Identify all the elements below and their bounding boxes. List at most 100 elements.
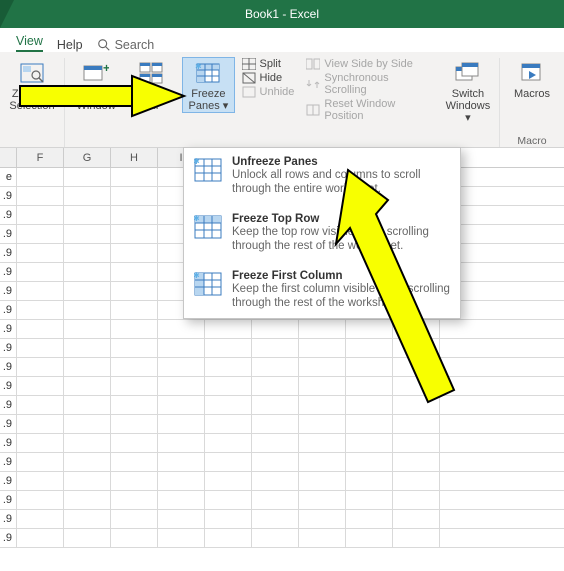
cell[interactable] xyxy=(111,453,158,471)
split-button[interactable]: Split xyxy=(242,58,295,70)
cell[interactable] xyxy=(299,415,346,433)
cell[interactable] xyxy=(111,339,158,357)
cell[interactable]: .9 xyxy=(0,225,17,243)
cell[interactable] xyxy=(111,434,158,452)
cell[interactable] xyxy=(252,434,299,452)
cell[interactable] xyxy=(158,358,205,376)
cell[interactable] xyxy=(205,339,252,357)
cell[interactable] xyxy=(17,168,64,186)
menu-freeze-first-column[interactable]: ✱ Freeze First Column Keep the first col… xyxy=(184,262,460,319)
cell[interactable] xyxy=(252,510,299,528)
cell[interactable] xyxy=(205,434,252,452)
cell[interactable] xyxy=(346,396,393,414)
cell[interactable] xyxy=(64,339,111,357)
cell[interactable] xyxy=(299,453,346,471)
tab-help[interactable]: Help xyxy=(57,38,83,52)
cell[interactable] xyxy=(299,396,346,414)
cell[interactable] xyxy=(299,434,346,452)
cell[interactable] xyxy=(17,358,64,376)
menu-freeze-top-row[interactable]: ✱ Freeze Top Row Keep the top row visibl… xyxy=(184,205,460,262)
zoom-to-selection-button[interactable]: Zoom toSelection xyxy=(6,58,58,112)
cell[interactable] xyxy=(393,358,440,376)
cell[interactable] xyxy=(64,472,111,490)
cell[interactable] xyxy=(17,472,64,490)
cell[interactable]: .9 xyxy=(0,358,17,376)
cell[interactable] xyxy=(64,491,111,509)
cell[interactable]: .9 xyxy=(0,244,17,262)
cell[interactable] xyxy=(158,377,205,395)
cell[interactable] xyxy=(158,396,205,414)
cell[interactable] xyxy=(393,377,440,395)
cell[interactable] xyxy=(17,339,64,357)
cell[interactable] xyxy=(64,301,111,319)
cell[interactable]: .9 xyxy=(0,415,17,433)
cell[interactable] xyxy=(205,415,252,433)
column-header[interactable]: H xyxy=(111,148,158,167)
cell[interactable] xyxy=(393,415,440,433)
cell[interactable] xyxy=(205,358,252,376)
cell[interactable] xyxy=(252,320,299,338)
macros-button[interactable]: Macros xyxy=(506,58,558,100)
cell[interactable] xyxy=(205,472,252,490)
cell[interactable] xyxy=(64,225,111,243)
cell[interactable] xyxy=(393,529,440,547)
switch-windows-button[interactable]: SwitchWindows ▾ xyxy=(443,58,493,124)
cell[interactable] xyxy=(64,187,111,205)
cell[interactable]: .9 xyxy=(0,282,17,300)
cell[interactable] xyxy=(346,453,393,471)
cell[interactable] xyxy=(17,263,64,281)
cell[interactable] xyxy=(346,339,393,357)
menu-unfreeze-panes[interactable]: ✱ Unfreeze Panes Unlock all rows and col… xyxy=(184,148,460,205)
cell[interactable] xyxy=(111,491,158,509)
cell[interactable] xyxy=(64,244,111,262)
cell[interactable] xyxy=(205,320,252,338)
cell[interactable] xyxy=(393,320,440,338)
cell[interactable] xyxy=(252,472,299,490)
cell[interactable] xyxy=(111,510,158,528)
cell[interactable] xyxy=(393,491,440,509)
cell[interactable] xyxy=(64,453,111,471)
cell[interactable] xyxy=(252,491,299,509)
cell[interactable]: .9 xyxy=(0,434,17,452)
cell[interactable]: .9 xyxy=(0,187,17,205)
cell[interactable] xyxy=(111,529,158,547)
cell[interactable] xyxy=(252,377,299,395)
hide-button[interactable]: Hide xyxy=(242,72,295,84)
cell[interactable]: .9 xyxy=(0,472,17,490)
cell[interactable] xyxy=(346,358,393,376)
cell[interactable]: .9 xyxy=(0,453,17,471)
cell[interactable] xyxy=(205,377,252,395)
cell[interactable] xyxy=(17,206,64,224)
cell[interactable] xyxy=(299,339,346,357)
cell[interactable] xyxy=(17,510,64,528)
tell-me-search[interactable]: Search xyxy=(97,38,155,52)
cell[interactable] xyxy=(111,282,158,300)
cell[interactable]: .9 xyxy=(0,396,17,414)
cell[interactable] xyxy=(158,434,205,452)
cell[interactable] xyxy=(64,168,111,186)
cell[interactable] xyxy=(64,206,111,224)
cell[interactable] xyxy=(111,472,158,490)
cell[interactable] xyxy=(299,491,346,509)
cell[interactable]: .9 xyxy=(0,339,17,357)
cell[interactable] xyxy=(393,339,440,357)
cell[interactable]: .9 xyxy=(0,206,17,224)
cell[interactable]: .9 xyxy=(0,301,17,319)
cell[interactable]: .9 xyxy=(0,510,17,528)
cell[interactable]: .9 xyxy=(0,377,17,395)
cell[interactable] xyxy=(346,434,393,452)
cell[interactable] xyxy=(158,339,205,357)
cell[interactable] xyxy=(299,510,346,528)
cell[interactable] xyxy=(393,396,440,414)
cell[interactable] xyxy=(158,529,205,547)
cell[interactable] xyxy=(393,510,440,528)
freeze-panes-button[interactable]: ✱ FreezePanes ▾ xyxy=(183,58,233,112)
cell[interactable] xyxy=(299,358,346,376)
cell[interactable] xyxy=(111,301,158,319)
cell[interactable] xyxy=(111,415,158,433)
cell[interactable] xyxy=(158,510,205,528)
cell[interactable]: .9 xyxy=(0,320,17,338)
cell[interactable] xyxy=(393,472,440,490)
column-header-partial[interactable] xyxy=(0,148,17,167)
cell[interactable] xyxy=(17,434,64,452)
